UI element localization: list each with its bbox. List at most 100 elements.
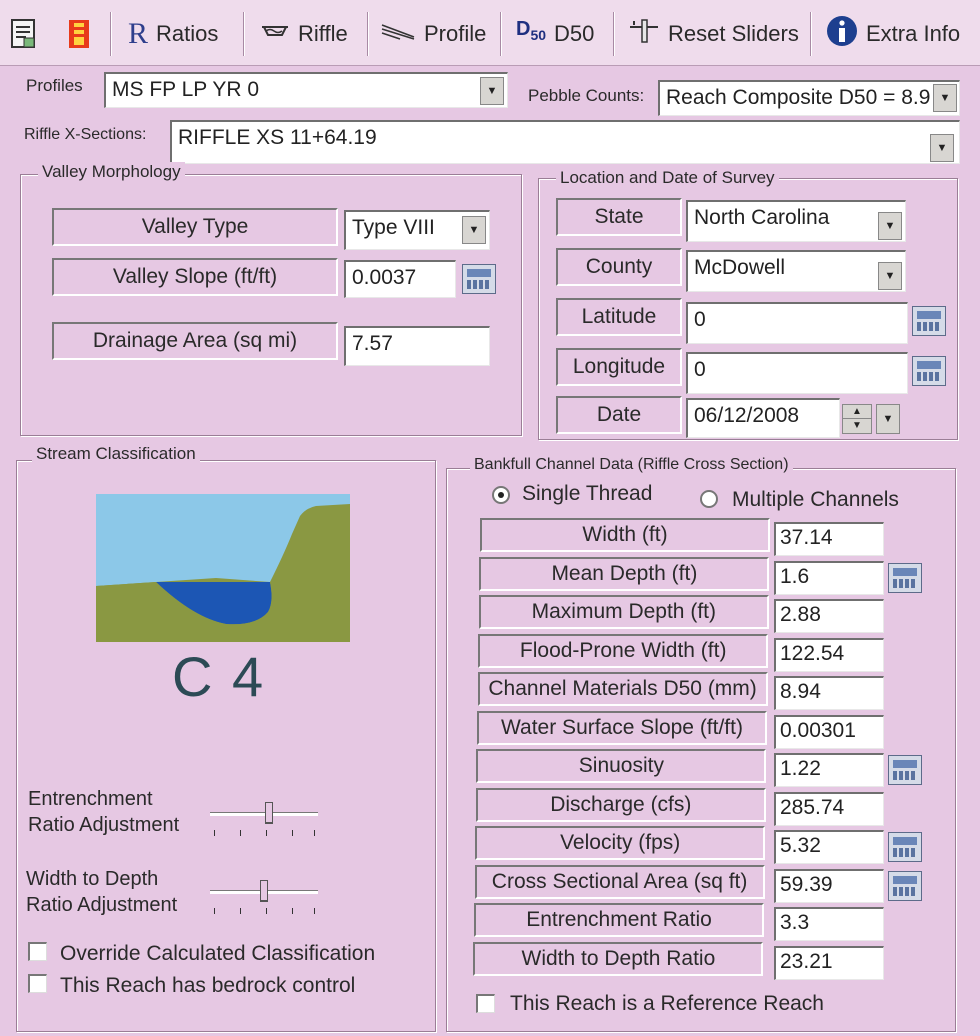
save-icon[interactable] <box>66 14 92 54</box>
calculator-icon[interactable] <box>888 562 922 593</box>
bankfull-row-value[interactable]: 285.74 <box>774 791 884 826</box>
info-icon <box>826 15 858 53</box>
bankfull-row-label: Cross Sectional Area (sq ft) <box>474 864 765 899</box>
bankfull-row-value[interactable]: 0.00301 <box>774 714 884 749</box>
riffle-label: Riffle <box>298 21 348 46</box>
d50-button[interactable]: D50 D50 <box>516 14 594 54</box>
bankfull-row-value[interactable]: 59.39 <box>774 868 884 903</box>
reference-reach-label: This Reach is a Reference Reach <box>510 992 824 1015</box>
bankfull-row-value[interactable]: 3.3 <box>774 907 884 941</box>
bankfull-row-label: Water Surface Slope (ft/ft) <box>477 710 767 745</box>
slider-icon <box>628 17 660 51</box>
reset-sliders-button[interactable]: Reset Sliders <box>628 14 799 54</box>
calculator-icon[interactable] <box>888 832 922 862</box>
bankfull-row-value[interactable]: 5.32 <box>774 830 884 864</box>
longitude-field[interactable]: 0 <box>686 352 908 394</box>
extra-info-button[interactable]: Extra Info <box>826 14 960 54</box>
calculator-icon[interactable] <box>912 356 946 386</box>
toolbar-separator <box>613 12 615 56</box>
bankfull-row-value[interactable]: 1.6 <box>774 560 884 595</box>
date-spinner[interactable]: ▲ ▼ <box>842 404 872 434</box>
latitude-field[interactable]: 0 <box>686 302 908 344</box>
calculator-icon[interactable] <box>912 306 946 336</box>
profile-icon <box>380 21 416 47</box>
calculator-icon[interactable] <box>462 264 496 294</box>
width-depth-slider[interactable] <box>206 878 322 918</box>
width-depth-adjust-label: Width to Depth Ratio Adjustment <box>26 868 178 916</box>
multiple-channels-label: Multiple Channels <box>732 488 899 511</box>
single-thread-radio[interactable] <box>492 486 510 504</box>
multiple-channels-radio[interactable] <box>700 490 718 508</box>
calculator-icon[interactable] <box>888 870 922 901</box>
bankfull-row-value[interactable]: 2.88 <box>774 599 884 633</box>
entrenchment-adjust-label: Entrenchment Ratio Adjustment <box>28 788 180 836</box>
slider-thumb[interactable] <box>265 802 273 824</box>
riffle-icon <box>260 21 290 47</box>
bankfull-row-label: Width to Depth Ratio <box>473 941 764 976</box>
profiles-select[interactable]: MS FP LP YR 0 <box>104 72 508 108</box>
county-label: County <box>556 248 682 286</box>
chevron-down-icon[interactable]: ▼ <box>933 84 957 112</box>
bankfull-row-label: Width (ft) <box>480 518 770 552</box>
bankfull-row-label: Discharge (cfs) <box>475 787 766 822</box>
date-field[interactable]: 06/12/2008 <box>686 398 840 438</box>
chevron-down-icon[interactable]: ▼ <box>878 262 902 290</box>
chevron-down-icon[interactable]: ▼ <box>480 77 504 105</box>
chevron-down-icon[interactable]: ▼ <box>878 212 902 240</box>
riffle-xsections-select[interactable]: RIFFLE XS 11+64.19 <box>170 120 960 164</box>
bedrock-control-checkbox[interactable] <box>28 974 47 993</box>
calculator-icon[interactable] <box>888 755 922 785</box>
bankfull-row-value[interactable]: 23.21 <box>774 945 884 980</box>
spin-down-icon[interactable]: ▼ <box>843 419 871 433</box>
valley-morphology-title: Valley Morphology <box>38 162 185 182</box>
bankfull-title: Bankfull Channel Data (Riffle Cross Sect… <box>470 456 793 474</box>
pebble-counts-label: Pebble Counts: <box>528 86 645 105</box>
riffle-button[interactable]: Riffle <box>260 14 348 54</box>
entrenchment-slider[interactable] <box>206 800 322 840</box>
extra-info-label: Extra Info <box>866 21 961 46</box>
ratios-button[interactable]: R Ratios <box>128 14 218 54</box>
valley-slope-field[interactable]: 0.0037 <box>344 260 456 298</box>
location-title: Location and Date of Survey <box>556 168 779 188</box>
ratios-icon: R <box>128 17 149 50</box>
riffle-xsections-label: Riffle X-Sections: <box>24 126 147 143</box>
bankfull-row-label: Flood-Prone Width (ft) <box>478 633 769 668</box>
state-select[interactable]: North Carolina <box>686 200 906 242</box>
toolbar-separator <box>500 12 502 56</box>
toolbar: R Ratios Riffle Profile D50 D50 Reset Sl… <box>0 0 980 66</box>
bankfull-row-value[interactable]: 8.94 <box>774 676 884 710</box>
report-icon[interactable] <box>10 14 38 54</box>
bankfull-row-label: Velocity (fps) <box>475 826 766 860</box>
reference-reach-checkbox[interactable] <box>476 994 495 1013</box>
bedrock-control-label: This Reach has bedrock control <box>60 974 356 997</box>
bankfull-row-value[interactable]: 37.14 <box>774 522 884 556</box>
bankfull-row-label: Entrenchment Ratio <box>474 903 764 937</box>
chevron-down-icon[interactable]: ▼ <box>930 134 954 162</box>
longitude-label: Longitude <box>556 348 682 386</box>
profile-label: Profile <box>424 21 487 46</box>
county-select[interactable]: McDowell <box>686 250 906 292</box>
bankfull-row-label: Sinuosity <box>476 749 767 783</box>
bankfull-row-value[interactable]: 1.22 <box>774 753 884 787</box>
bankfull-row-label: Channel Materials D50 (mm) <box>477 672 768 706</box>
chevron-down-icon[interactable]: ▼ <box>462 216 486 244</box>
riffle-xsections-value: RIFFLE XS 11+64.19 <box>178 126 377 149</box>
pebble-counts-value: Reach Composite D50 = 8.9 <box>666 86 931 109</box>
drainage-area-label: Drainage Area (sq mi) <box>52 322 338 360</box>
valley-slope-label: Valley Slope (ft/ft) <box>52 258 338 296</box>
spin-up-icon[interactable]: ▲ <box>843 405 871 419</box>
slider-thumb[interactable] <box>260 880 268 902</box>
stream-classification-title: Stream Classification <box>32 444 200 464</box>
drainage-area-field[interactable]: 7.57 <box>344 326 490 366</box>
bankfull-row-label: Mean Depth (ft) <box>479 556 770 591</box>
profile-button[interactable]: Profile <box>380 14 486 54</box>
profiles-label: Profiles <box>26 76 83 95</box>
pebble-counts-select[interactable]: Reach Composite D50 = 8.9 <box>658 80 960 116</box>
override-classification-checkbox[interactable] <box>28 942 47 961</box>
bankfull-row-value[interactable]: 122.54 <box>774 637 884 672</box>
valley-type-label: Valley Type <box>52 208 338 246</box>
chevron-down-icon[interactable]: ▼ <box>876 404 900 434</box>
single-thread-label: Single Thread <box>522 482 653 505</box>
profiles-value: MS FP LP YR 0 <box>112 78 260 101</box>
reset-sliders-label: Reset Sliders <box>668 21 799 46</box>
